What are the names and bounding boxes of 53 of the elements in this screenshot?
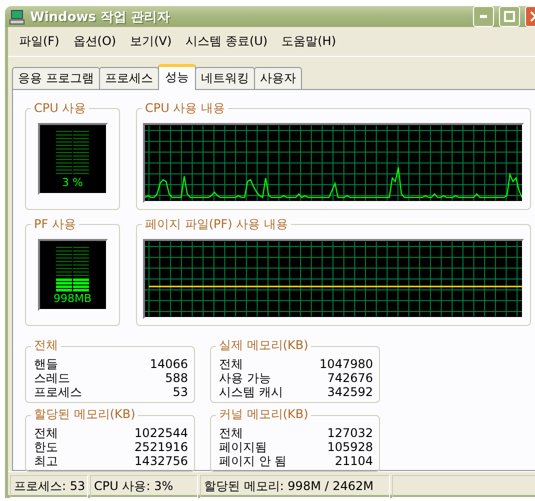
- stat-value: 105928: [327, 440, 373, 454]
- group-title: CPU 사용: [31, 100, 90, 117]
- group-title: 전체: [31, 338, 61, 352]
- menu-item[interactable]: 파일(F): [14, 31, 64, 52]
- group-title: 페이지 파일(PF) 사용 내용: [142, 216, 291, 233]
- gauge-reading: 998MB: [53, 292, 92, 305]
- stat-value: 127032: [327, 426, 373, 440]
- menu-item[interactable]: 시스템 종료(U): [180, 31, 273, 52]
- monitor-icon: [9, 8, 25, 24]
- tab[interactable]: 네트워킹: [194, 67, 255, 90]
- stat-value: 342592: [326, 385, 373, 399]
- status-text: CPU 사용: 3%: [90, 475, 198, 498]
- menu-item[interactable]: 도움말(H): [276, 31, 342, 52]
- stat-label: 전체: [219, 357, 244, 371]
- stat-label: 핸들: [34, 357, 59, 371]
- group-title: CPU 사용 내용: [142, 100, 228, 117]
- stat-label: 최고: [34, 454, 59, 468]
- maximize-button[interactable]: [499, 6, 520, 27]
- minimize-button[interactable]: [473, 6, 494, 27]
- stat-value: 21104: [334, 454, 373, 468]
- menu-item[interactable]: 보기(V): [125, 31, 177, 52]
- gauge-reading: 3 %: [62, 176, 83, 189]
- stat-label: 사용 가능: [219, 371, 272, 385]
- stat-value: 53: [172, 385, 188, 399]
- stat-label: 한도: [34, 440, 59, 454]
- stat-value: 1432756: [134, 454, 188, 468]
- stat-label: 스레드: [34, 371, 71, 385]
- minimize-icon: [480, 15, 487, 18]
- stat-value: 14066: [150, 357, 188, 371]
- group-title: 할당된 메모리(KB): [31, 407, 138, 421]
- stat-value: 1047980: [320, 357, 373, 371]
- stat-label: 페이지 안 됨: [219, 454, 288, 468]
- stat-label: 전체: [34, 426, 59, 440]
- stat-label: 전체: [219, 426, 244, 440]
- group-title: PF 사용: [31, 216, 79, 233]
- tab[interactable]: 성능: [158, 64, 196, 90]
- group-title: 커널 메모리(KB): [216, 407, 312, 421]
- stat-label: 프로세스: [34, 385, 83, 399]
- maximize-icon: [504, 11, 515, 22]
- stat-value: 742676: [326, 371, 373, 385]
- group-title: 실제 메모리(KB): [216, 338, 312, 352]
- stat-value: 2521916: [134, 440, 188, 454]
- stat-value: 1022544: [134, 426, 188, 440]
- tab[interactable]: 프로세스: [98, 67, 159, 90]
- stat-value: 588: [164, 371, 188, 385]
- stat-label: 페이지됨: [219, 440, 268, 454]
- status-text: 프로세스: 53: [10, 475, 88, 498]
- tab[interactable]: 사용자: [254, 67, 302, 90]
- stat-label: 시스템 캐시: [219, 385, 284, 399]
- window-title: Windows 작업 관리자: [30, 8, 172, 26]
- menu-item[interactable]: 옵션(O): [68, 31, 122, 52]
- status-text: 할당된 메모리: 998M / 2462M: [200, 475, 390, 498]
- tab[interactable]: 응용 프로그램: [12, 67, 100, 90]
